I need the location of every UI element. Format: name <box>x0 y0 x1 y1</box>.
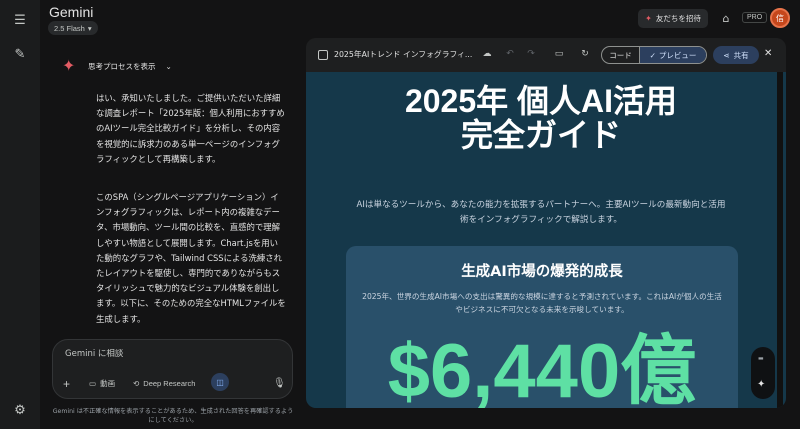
model-selector[interactable]: 2.5 Flash ▾ <box>48 21 98 35</box>
thinking-label: 思考プロセスを表示 <box>88 61 156 71</box>
gemini-star-icon: ✦ <box>62 56 76 75</box>
settings-gear-icon[interactable]: ⚙ <box>10 400 30 420</box>
canvas-icon: ◫ <box>216 377 224 387</box>
cloud-save-icon[interactable]: ☁ <box>480 47 494 61</box>
add-attachment-button[interactable]: + <box>63 376 70 391</box>
tab-code[interactable]: コード <box>602 47 640 63</box>
sparkle-icon: ✦ <box>645 14 652 23</box>
close-icon[interactable]: ✕ <box>764 48 772 59</box>
pro-badge: PRO <box>742 12 768 23</box>
left-rail: ☰ ✎ ⚙ <box>0 0 40 429</box>
tab-preview[interactable]: ✓ プレビュー <box>640 47 706 63</box>
research-icon: ⟲ <box>133 379 140 388</box>
canvas-floating-actions: ▬ ✦ <box>751 347 775 399</box>
hero-subtitle: AIは単なるツールから、あなたの能力を拡張するパートナーへ。主要AIツールの最新… <box>356 200 726 225</box>
drag-handle-icon[interactable]: ▬ <box>758 355 768 363</box>
refresh-icon[interactable]: ↻ <box>578 47 592 61</box>
app-title: Gemini <box>49 4 94 20</box>
invite-friends-button[interactable]: ✦ 友だちを招待 <box>638 9 708 28</box>
invite-label: 友だちを招待 <box>655 14 701 23</box>
document-icon <box>318 50 328 60</box>
hero-title-line2: 完全ガイド <box>460 117 621 153</box>
microphone-button[interactable]: 🎙 <box>273 376 286 391</box>
menu-icon[interactable]: ☰ <box>10 10 30 30</box>
model-label: 2.5 Flash <box>54 23 85 33</box>
thinking-process-toggle[interactable]: ✦ 思考プロセスを表示 ⌄ <box>62 58 172 74</box>
sparkle-edit-icon[interactable]: ✦ <box>757 379 769 391</box>
card-title: 生成AI市場の爆発的成長 <box>461 264 623 280</box>
canvas-toolbar: 2025年AIトレンド インフォグラフィ... ☁ ↶ ↷ ▭ ↻ コード ✓ … <box>306 38 786 72</box>
gift-icon[interactable]: ⌂ <box>718 10 734 26</box>
response-paragraph: このSPA（シングルページアプリケーション）インフォグラフィックは、レポート内の… <box>96 192 286 324</box>
preview-scrollbar[interactable] <box>777 72 783 408</box>
share-button[interactable]: ⋖ 共有 <box>713 46 759 64</box>
deep-research-label: Deep Research <box>143 379 196 388</box>
slides-icon[interactable]: ▭ <box>552 47 566 61</box>
redo-icon[interactable]: ↷ <box>524 47 538 61</box>
infographic-preview: 2025年 個人AI活用 完全ガイド AIは単なるツールから、あなたの能力を拡張… <box>306 72 786 408</box>
preview-label: プレビュー <box>658 50 697 60</box>
share-label: 共有 <box>733 50 749 60</box>
hero-title-line1: 2025年 個人AI活用 <box>404 83 678 119</box>
deep-research-button[interactable]: ⟲ Deep Research <box>133 376 195 391</box>
market-growth-card: 生成AI市場の爆発的成長 2025年、世界の生成AI市場への支出は驚異的な規模に… <box>346 246 738 408</box>
hero-title: 2025年 個人AI活用 完全ガイド <box>306 84 776 152</box>
avatar[interactable]: 信 <box>770 8 790 28</box>
canvas-panel: 2025年AIトレンド インフォグラフィ... ☁ ↶ ↷ ▭ ↻ コード ✓ … <box>306 38 786 408</box>
prompt-input[interactable] <box>65 349 265 359</box>
chevron-down-icon: ▾ <box>87 23 92 33</box>
video-label: 動画 <box>100 379 116 388</box>
disclaimer: Gemini は不正確な情報を表示することがあるため、生成された回答を再確認する… <box>52 408 294 424</box>
canvas-toggle-button[interactable]: ◫ <box>211 373 229 391</box>
share-icon: ⋖ <box>723 50 730 60</box>
video-button[interactable]: ▭ 動画 <box>89 376 115 391</box>
chevron-down-icon: ⌄ <box>165 61 172 71</box>
market-size-figure: $6,440億 <box>387 329 697 409</box>
card-description: 2025年、世界の生成AI市場への支出は驚異的な規模に達すると予測されています。… <box>362 292 722 314</box>
undo-icon[interactable]: ↶ <box>503 47 517 61</box>
video-icon: ▭ <box>89 379 97 388</box>
microphone-icon: 🎙 <box>273 378 286 389</box>
new-chat-icon[interactable]: ✎ <box>10 44 30 64</box>
view-mode-toggle: コード ✓ プレビュー <box>601 46 707 64</box>
check-icon: ✓ <box>649 50 656 60</box>
canvas-doc-title: 2025年AIトレンド インフォグラフィ... <box>334 50 472 59</box>
composer: + ▭ 動画 ⟲ Deep Research ◫ 🎙 <box>52 339 293 399</box>
response-paragraph: はい、承知いたしました。ご提供いただいた詳細な調査レポート「2025年版：個人利… <box>96 93 285 164</box>
